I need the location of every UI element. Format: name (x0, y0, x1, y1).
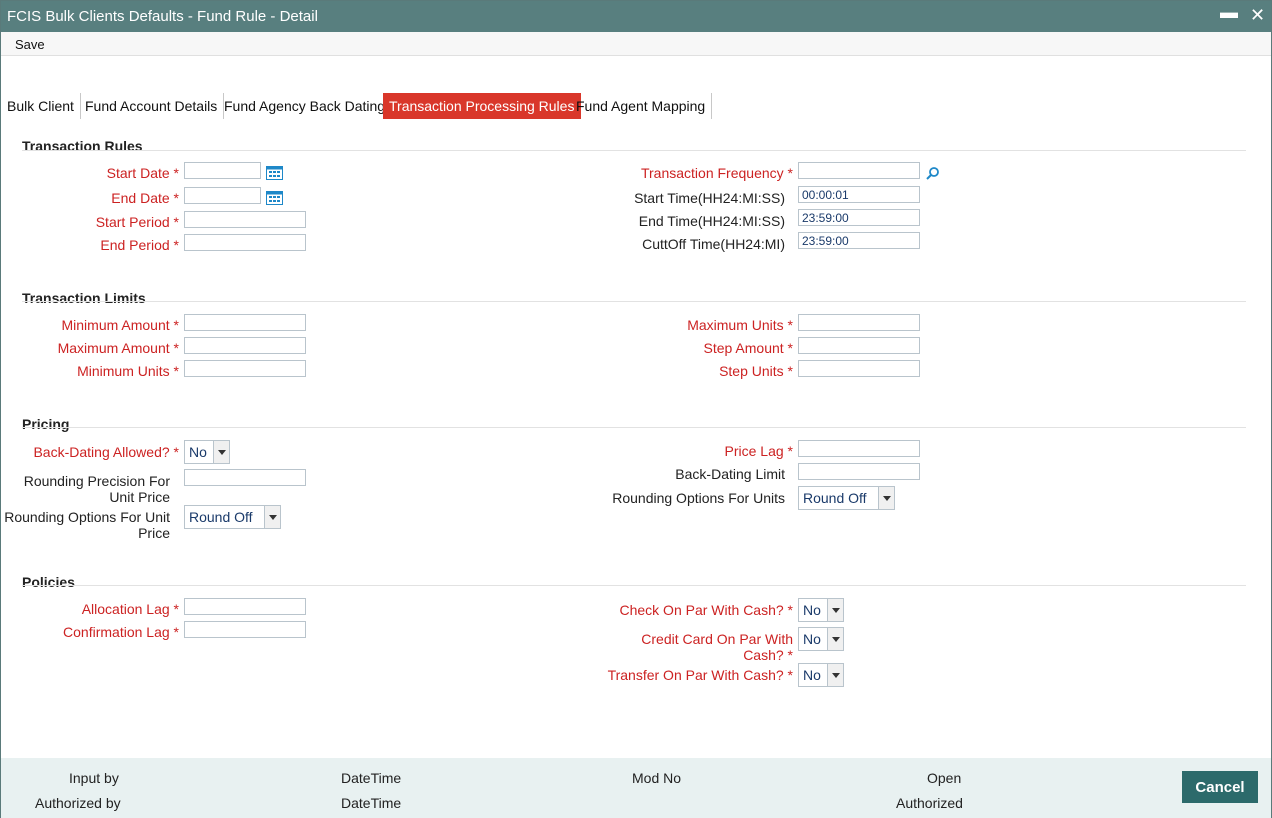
close-icon[interactable]: ✕ (1250, 5, 1265, 26)
end-date-input[interactable] (184, 187, 261, 204)
chevron-down-icon (827, 628, 843, 650)
section-title-transaction-limits: Transaction Limits (22, 290, 146, 306)
section-title-policies: Policies (22, 574, 75, 590)
chevron-down-icon (264, 506, 280, 528)
allocation-lag-input[interactable] (184, 598, 306, 615)
step-units-input[interactable] (798, 360, 920, 377)
calendar-icon[interactable] (266, 165, 283, 180)
maximum-amount-label: Maximum Amount * (57, 340, 179, 356)
transaction-frequency-label: Transaction Frequency * (640, 165, 793, 181)
audit-footer (1, 758, 1271, 818)
section-title-pricing: Pricing (22, 416, 70, 432)
tab-fund-account-details[interactable]: Fund Account Details (79, 93, 225, 119)
save-button[interactable]: Save (15, 37, 45, 52)
chevron-down-icon (878, 487, 894, 509)
allocation-lag-label: Allocation Lag * (81, 601, 179, 617)
rounding-options-units-label: Rounding Options For Units (612, 490, 785, 506)
back-dating-limit-input[interactable] (798, 463, 920, 480)
end-time-input[interactable] (798, 209, 920, 226)
back-dating-limit-label: Back-Dating Limit (675, 466, 785, 482)
chevron-down-icon (827, 664, 843, 686)
maximum-amount-input[interactable] (184, 337, 306, 354)
transfer-on-par-value: No (803, 667, 821, 683)
end-date-label: End Date * (111, 190, 179, 206)
step-amount-label: Step Amount * (703, 340, 793, 356)
input-by-label: Input by (69, 770, 119, 786)
maximum-units-input[interactable] (798, 314, 920, 331)
start-time-label: Start Time(HH24:MI:SS) (634, 190, 785, 206)
tab-fund-agency-back-dating[interactable]: Fund Agency Back Dating (218, 93, 393, 119)
tab-fund-agent-mapping[interactable]: Fund Agent Mapping (570, 93, 713, 119)
check-on-par-label: Check On Par With Cash? * (619, 602, 793, 618)
rounding-options-unit-price-select[interactable]: Round Off (184, 505, 281, 529)
credit-card-on-par-select[interactable]: No (798, 627, 844, 651)
window-title: FCIS Bulk Clients Defaults - Fund Rule -… (7, 8, 318, 25)
back-dating-allowed-select[interactable]: No (184, 440, 230, 464)
start-period-input[interactable] (184, 211, 306, 228)
menu-bar: Save (1, 32, 1271, 56)
credit-card-on-par-label: Credit Card On Par With Cash? * (641, 631, 793, 663)
price-lag-label: Price Lag * (724, 443, 794, 459)
transaction-frequency-input[interactable] (798, 162, 920, 179)
minimize-icon[interactable]: ▬ (1220, 2, 1238, 23)
start-date-input[interactable] (184, 162, 261, 179)
step-units-label: Step Units * (719, 363, 793, 379)
minimum-amount-input[interactable] (184, 314, 306, 331)
section-divider (22, 150, 1246, 151)
chevron-down-icon (827, 599, 843, 621)
chevron-down-icon (213, 441, 229, 463)
end-time-label: End Time(HH24:MI:SS) (638, 213, 785, 229)
minimum-units-label: Minimum Units * (77, 363, 179, 379)
rounding-options-unit-price-label: Rounding Options For Unit Price (4, 509, 170, 541)
section-divider (22, 427, 1246, 428)
start-date-label: Start Date * (106, 165, 179, 181)
maximum-units-label: Maximum Units * (687, 317, 793, 333)
transfer-on-par-label: Transfer On Par With Cash? * (607, 667, 793, 683)
check-on-par-select[interactable]: No (798, 598, 844, 622)
confirmation-lag-label: Confirmation Lag * (63, 624, 179, 640)
back-dating-allowed-value: No (189, 444, 207, 460)
rounding-options-unit-price-value: Round Off (189, 509, 253, 525)
step-amount-input[interactable] (798, 337, 920, 354)
cutoff-time-input[interactable] (798, 232, 920, 249)
minimum-units-input[interactable] (184, 360, 306, 377)
end-period-input[interactable] (184, 234, 306, 251)
credit-card-on-par-value: No (803, 631, 821, 647)
authorized-status-label: Authorized (896, 795, 963, 811)
confirmation-lag-input[interactable] (184, 621, 306, 638)
cutoff-time-label: CuttOff Time(HH24:MI) (642, 236, 785, 252)
datetime-label: DateTime (341, 770, 402, 786)
datetime-label: DateTime (341, 795, 402, 811)
rounding-options-units-select[interactable]: Round Off (798, 486, 895, 510)
rounding-options-units-value: Round Off (803, 490, 867, 506)
start-time-input[interactable] (798, 186, 920, 203)
title-bar: FCIS Bulk Clients Defaults - Fund Rule -… (1, 1, 1271, 32)
tab-transaction-processing-rules[interactable]: Transaction Processing Rules (383, 93, 582, 119)
section-divider (22, 301, 1246, 302)
end-period-label: End Period * (100, 237, 179, 253)
calendar-icon[interactable] (266, 190, 283, 205)
fund-rule-window: FCIS Bulk Clients Defaults - Fund Rule -… (0, 0, 1272, 818)
mod-no-label: Mod No (632, 770, 682, 786)
open-status-label: Open (927, 770, 962, 786)
rounding-precision-label: Rounding Precision For Unit Price (23, 473, 170, 505)
minimum-amount-label: Minimum Amount * (61, 317, 180, 333)
tab-bulk-client[interactable]: Bulk Client (1, 93, 81, 119)
rounding-precision-input[interactable] (184, 469, 306, 486)
section-divider (22, 585, 1246, 586)
authorized-by-label: Authorized by (35, 795, 121, 811)
transfer-on-par-select[interactable]: No (798, 663, 844, 687)
check-on-par-value: No (803, 602, 821, 618)
search-icon[interactable] (926, 166, 940, 180)
section-title-transaction-rules: Transaction Rules (22, 138, 143, 154)
start-period-label: Start Period * (95, 214, 179, 230)
price-lag-input[interactable] (798, 440, 920, 457)
back-dating-allowed-label: Back-Dating Allowed? * (33, 444, 179, 460)
cancel-button[interactable]: Cancel (1182, 771, 1258, 803)
